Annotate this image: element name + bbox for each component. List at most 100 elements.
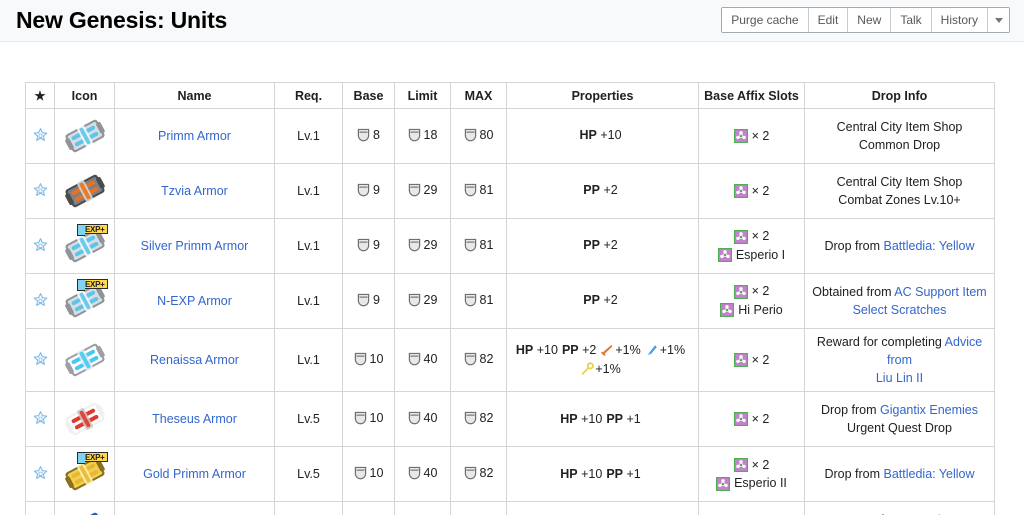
defense-icon [354, 466, 367, 480]
edit-button[interactable]: Edit [809, 8, 849, 32]
affix-slot-label: × 2 [752, 410, 770, 429]
exp-plus-badge-icon: EXP+ [83, 452, 107, 462]
unit-drop-info-cell: Drop from Battledia: Yellow [805, 219, 995, 274]
favorite-star-cell[interactable] [26, 164, 55, 219]
property-stat: HP +10 [560, 465, 602, 484]
unit-name-cell: Theseus Armor [115, 392, 275, 447]
unit-drop-info-cell: Rare Drop from Resol ForestUrgent Quest … [805, 502, 995, 515]
unit-base-defense-cell: 10 [343, 392, 395, 447]
affix-slot-label: × 2 [752, 351, 770, 370]
drop-source-text: Central City Item Shop [837, 120, 963, 134]
favorite-star-cell[interactable] [26, 274, 55, 329]
property-stat: PP +1 [606, 410, 640, 429]
talk-button[interactable]: Talk [891, 8, 931, 32]
defense-icon [464, 128, 477, 142]
defense-value: 10 [370, 411, 384, 425]
purge-cache-button[interactable]: Purge cache [722, 8, 808, 32]
new-button[interactable]: New [848, 8, 891, 32]
unit-limit-defense-cell: 29 [395, 274, 451, 329]
drop-source-link[interactable]: Battledia: Yellow [884, 239, 975, 253]
unit-name-link[interactable]: Gold Primm Armor [143, 467, 246, 481]
favorite-star-cell[interactable] [26, 109, 55, 164]
page-content: ★ Icon Name Req. Base Limit MAX Properti… [0, 82, 1024, 515]
exp-plus-badge-icon: EXP+ [83, 279, 107, 289]
defense-value: 40 [424, 352, 438, 366]
affix-slot-icon [734, 184, 748, 198]
table-row: EXP+Gold Primm ArmorLv.5104082HP +10PP +… [26, 447, 995, 502]
drop-source-link[interactable]: AC Support Item [894, 285, 986, 299]
defense-icon [464, 293, 477, 307]
table-row: Tzvia ArmorLv.192981PP +2× 2Central City… [26, 164, 995, 219]
unit-max-defense-cell: 79 [451, 502, 507, 515]
unit-name-link[interactable]: Tzvia Armor [161, 184, 228, 198]
affix-slot-entry: × 2 [705, 282, 798, 301]
property-stat: +1% [600, 341, 640, 360]
affix-slot-entry: × 2 [705, 456, 798, 475]
star-icon[interactable] [33, 465, 48, 480]
unit-max-defense-cell: 81 [451, 164, 507, 219]
unit-max-defense-cell: 82 [451, 447, 507, 502]
drop-info-line: Combat Zones Lv.10+ [811, 191, 988, 209]
unit-name-link[interactable]: Silver Primm Armor [141, 239, 249, 253]
armor-icon: EXP+ [62, 223, 108, 269]
drop-source-link[interactable]: Gigantix Enemies [880, 403, 978, 417]
drop-info-line: Liu Lin II [811, 369, 988, 387]
unit-name-link[interactable]: Renaissa Armor [150, 353, 239, 367]
history-button[interactable]: History [932, 8, 988, 32]
drop-source-text: Urgent Quest Drop [847, 421, 952, 435]
technique-potency-icon [580, 362, 594, 376]
unit-name-cell: Renaissa Armor [115, 329, 275, 392]
property-stat: HP +10 [579, 126, 621, 145]
unit-max-defense-cell: 82 [451, 329, 507, 392]
property-stat: PP +2 [583, 236, 617, 255]
unit-affix-slots-cell: × 2 [699, 109, 805, 164]
drop-info-line: Urgent Quest Drop [811, 419, 988, 437]
unit-name-cell: Gold Primm Armor [115, 447, 275, 502]
unit-requirement-cell: Lv.5 [275, 392, 343, 447]
unit-name-cell: Silver Primm Armor [115, 219, 275, 274]
unit-name-link[interactable]: Theseus Armor [152, 412, 237, 426]
favorite-star-cell[interactable] [26, 502, 55, 515]
affix-slot-icon [734, 129, 748, 143]
defense-value: 40 [424, 411, 438, 425]
favorite-star-cell[interactable] [26, 329, 55, 392]
affix-slot-entry: × 2 [705, 227, 798, 246]
star-icon[interactable] [33, 182, 48, 197]
star-icon[interactable] [33, 292, 48, 307]
unit-drop-info-cell: Central City Item Shop Combat Zones Lv.10… [805, 164, 995, 219]
unit-name-link[interactable]: N-EXP Armor [157, 294, 232, 308]
defense-value: 9 [373, 183, 380, 197]
unit-max-defense-cell: 80 [451, 109, 507, 164]
drop-source-link[interactable]: Liu Lin II [876, 371, 923, 385]
drop-source-link[interactable]: Select Scratches [853, 303, 947, 317]
page-header: New Genesis: Units Purge cache Edit New … [0, 0, 1024, 42]
drop-source-link[interactable]: Battledia: Yellow [884, 467, 975, 481]
unit-limit-defense-cell: 29 [395, 219, 451, 274]
defense-icon [464, 466, 477, 480]
drop-source-text: Drop from [824, 239, 883, 253]
defense-icon [357, 293, 370, 307]
favorite-star-cell[interactable] [26, 447, 55, 502]
unit-base-defense-cell: 8 [343, 109, 395, 164]
star-icon[interactable] [33, 351, 48, 366]
favorite-star-cell[interactable] [26, 219, 55, 274]
more-actions-button[interactable] [988, 8, 1009, 32]
unit-thumbnail-cell [55, 329, 115, 392]
property-stat: PP +2 [583, 291, 617, 310]
drop-source-text: Central City Item Shop [837, 175, 963, 189]
star-icon[interactable] [33, 237, 48, 252]
page-actions-toolbar: Purge cache Edit New Talk History [721, 7, 1010, 33]
unit-name-link[interactable]: Primm Armor [158, 129, 231, 143]
defense-icon [464, 183, 477, 197]
table-row: Qual De ArmorLv.1084979PP +6× 2Rare Drop… [26, 502, 995, 515]
affix-slot-entry: × 2 [705, 127, 798, 146]
affix-slot-icon [718, 248, 732, 262]
drop-info-line: Common Drop [811, 136, 988, 154]
armor-icon [62, 506, 108, 515]
favorite-star-cell[interactable] [26, 392, 55, 447]
unit-requirement-cell: Lv.1 [275, 274, 343, 329]
star-icon[interactable] [33, 410, 48, 425]
star-icon[interactable] [33, 127, 48, 142]
unit-max-defense-cell: 81 [451, 274, 507, 329]
unit-requirement-cell: Lv.1 [275, 329, 343, 392]
